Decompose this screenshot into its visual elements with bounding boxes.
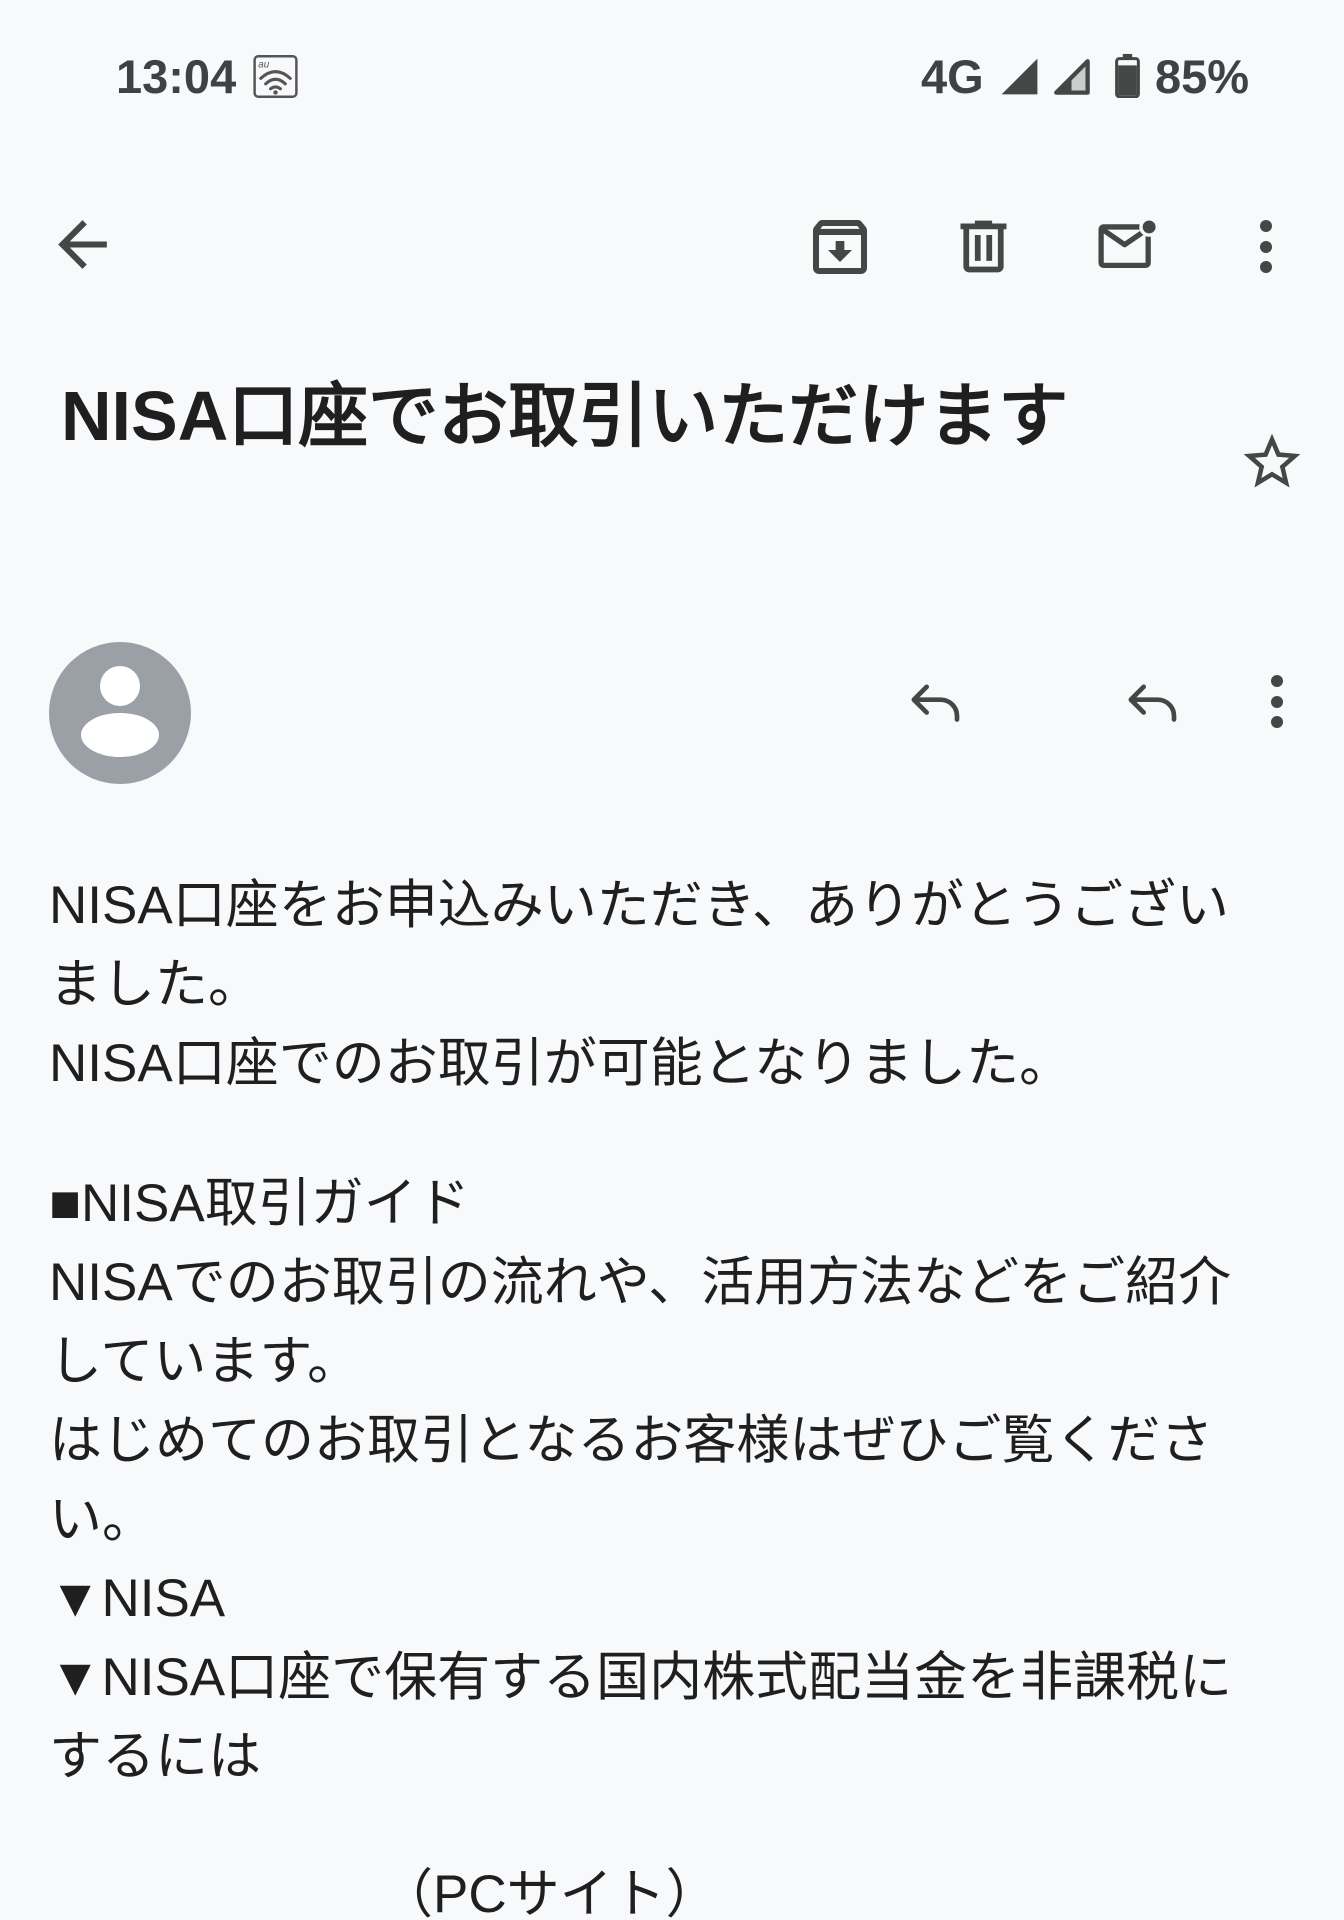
sender-avatar[interactable] — [49, 642, 191, 784]
star-button[interactable] — [1238, 428, 1306, 496]
body-line: NISAでのお取引の流れや、活用方法などをご紹介 — [49, 1253, 1232, 1312]
more-options-button[interactable] — [1248, 217, 1284, 277]
email-subject: NISA口座でお取引いただけます — [61, 377, 1069, 455]
reply-icon[interactable] — [908, 681, 964, 723]
back-button[interactable] — [46, 208, 119, 281]
status-time: 13:04 — [116, 50, 237, 103]
body-line: ▼NISA口座で保有する国内株式配当金を非課税に — [49, 1648, 1233, 1707]
body-line: はじめてのお取引となるお客様はぜひご覧くださ — [49, 1411, 1214, 1470]
reply-button[interactable] — [908, 681, 964, 723]
network-type: 4G — [921, 50, 984, 103]
battery-percent: 85% — [1155, 50, 1250, 103]
mark-unread-icon[interactable] — [1098, 218, 1158, 269]
wifi-icon: au — [253, 55, 298, 98]
more-vert-icon[interactable] — [1259, 672, 1295, 732]
battery-icon — [1115, 53, 1140, 98]
body-line: ▼NISA — [49, 1569, 226, 1628]
battery-fill — [1118, 65, 1137, 96]
body-line: するには — [49, 1727, 261, 1786]
archive-button[interactable] — [804, 211, 876, 283]
body-line: い。 — [49, 1490, 155, 1549]
body-line: しています。 — [49, 1332, 361, 1391]
reply-icon[interactable] — [1125, 681, 1181, 723]
more-vert-icon[interactable] — [1248, 217, 1284, 277]
mark-unread-button[interactable] — [1098, 218, 1158, 269]
delete-button[interactable] — [949, 212, 1018, 281]
body-line: NISA口座をお申込みいただき、ありがとうござい — [49, 876, 1229, 935]
arrow-back-icon[interactable] — [46, 208, 119, 281]
star-icon[interactable] — [1238, 428, 1306, 496]
account-circle-icon[interactable] — [49, 642, 191, 784]
section-heading: ■NISA取引ガイド — [49, 1174, 470, 1233]
reply-button-secondary[interactable] — [1125, 681, 1181, 723]
carrier-label: au — [258, 59, 269, 70]
message-more-button[interactable] — [1259, 672, 1295, 732]
delete-icon[interactable] — [949, 212, 1018, 281]
archive-icon[interactable] — [804, 211, 876, 283]
signal-icon — [1001, 58, 1038, 95]
pc-site-label: （PCサイト） — [380, 1865, 719, 1920]
body-line: NISA口座でのお取引が可能となりました。 — [49, 1034, 1073, 1093]
email-body: NISA口座をお申込みいただき、ありがとうござい ました。 NISA口座でのお取… — [49, 866, 1329, 1920]
body-line: ました。 — [49, 955, 261, 1014]
signal-icon-secondary — [1054, 59, 1090, 95]
